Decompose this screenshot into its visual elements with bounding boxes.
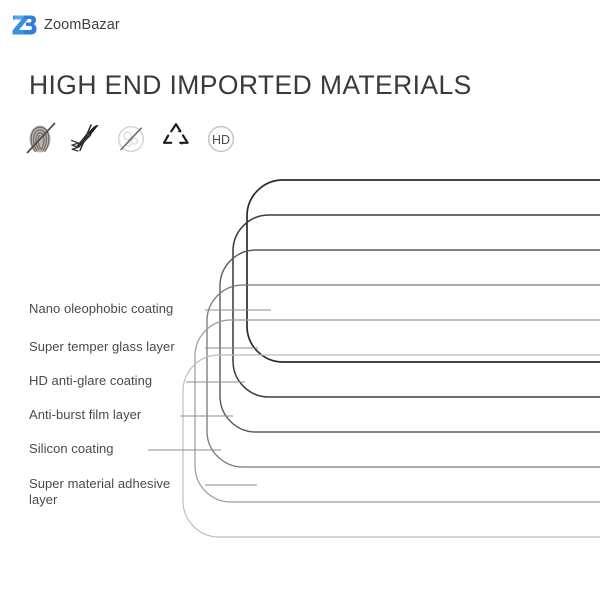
layer-callout-4: Anti-burst film layer [29,407,201,423]
layer-callout-list: Nano oleophobic coating Super temper gla… [0,0,600,600]
layer-label-1: Nano oleophobic coating [29,301,174,316]
layer-callout-6: Super material adhesive layer [29,476,189,508]
layer-label-2: Super temper glass layer [29,339,175,354]
layer-label-6: Super material adhesive layer [29,476,171,507]
product-feature-graphic: ZoomBazar HIGH END IMPORTED MATERIALS HD… [0,0,600,600]
layer-callout-5: Silicon coating [29,441,201,457]
layer-callout-2: Super temper glass layer [29,339,201,355]
layer-label-3: HD anti-glare coating [29,373,153,388]
layer-callout-1: Nano oleophobic coating [29,301,201,317]
layer-callout-3: HD anti-glare coating [29,373,201,389]
layer-label-4: Anti-burst film layer [29,407,142,422]
layer-label-5: Silicon coating [29,441,114,456]
